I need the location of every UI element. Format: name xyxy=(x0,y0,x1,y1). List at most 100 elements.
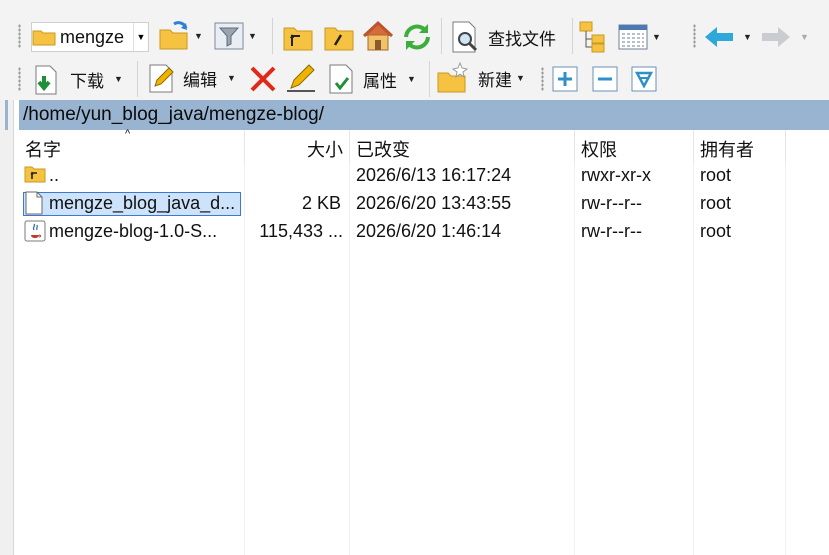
file-list[interactable]: 名字 ^ 大小 已改变 权限 拥有者 .. 2026/6/13 16:17:24… xyxy=(19,128,829,555)
download-button[interactable]: 下载 ▼ xyxy=(30,62,123,96)
root-folder-icon xyxy=(323,22,355,52)
edit-button[interactable]: 编辑 ▼ xyxy=(147,62,236,94)
table-row[interactable]: .. 2026/6/13 16:17:24 rwxr-xr-x root xyxy=(19,162,829,190)
back-arrow-icon xyxy=(703,25,735,49)
dropdown-arrow-icon[interactable]: ▼ xyxy=(652,32,661,42)
toolbar-grip[interactable] xyxy=(693,24,696,48)
home-directory-button[interactable] xyxy=(361,20,395,52)
dropdown-arrow-icon[interactable]: ▼ xyxy=(407,74,416,84)
column-header-rights[interactable]: 权限 xyxy=(575,130,694,162)
find-files-button[interactable]: 查找文件 xyxy=(450,20,556,54)
properties-icon xyxy=(327,62,357,96)
sort-ascending-icon: ^ xyxy=(125,128,131,140)
drive-selector[interactable]: mengze ▼ xyxy=(31,22,149,52)
rename-icon xyxy=(285,62,317,94)
properties-label: 属性 xyxy=(363,71,397,91)
invert-selection-button[interactable] xyxy=(631,66,657,92)
edit-label: 编辑 xyxy=(183,70,217,90)
toolbar-bottom: 下载 ▼ 编辑 ▼ 属性 ▼ 新建 ▼ xyxy=(0,58,829,100)
view-mode-button[interactable]: ▼ xyxy=(618,24,661,50)
refresh-icon xyxy=(400,20,434,54)
toolbar-grip[interactable] xyxy=(541,67,544,91)
dropdown-arrow-icon[interactable]: ▼ xyxy=(227,73,236,83)
column-header-changed[interactable]: 已改变 xyxy=(350,130,575,162)
new-label: 新建 xyxy=(478,70,512,90)
tree-view-icon xyxy=(578,20,610,54)
column-header-size[interactable]: 大小 xyxy=(245,130,350,162)
dropdown-arrow-icon[interactable]: ▼ xyxy=(800,32,809,42)
dropdown-arrow-icon[interactable]: ▼ xyxy=(516,73,525,83)
minus-icon xyxy=(592,66,618,92)
column-changed-label: 已改变 xyxy=(356,140,410,160)
download-icon xyxy=(30,62,64,96)
edit-icon xyxy=(147,62,177,94)
left-splitter[interactable] xyxy=(0,100,14,555)
open-directory-button[interactable]: ▼ xyxy=(158,20,203,52)
forward-arrow-icon xyxy=(760,25,792,49)
dropdown-arrow-icon[interactable]: ▼ xyxy=(194,31,203,41)
drive-label: mengze xyxy=(60,26,125,47)
download-label: 下载 xyxy=(70,71,104,91)
file-rights: rw-r--r-- xyxy=(581,221,642,241)
toolbar-top: mengze ▼ ▼ ▼ 查找文件 ▼ ▼ ▼ xyxy=(0,0,829,58)
delete-icon xyxy=(249,65,277,93)
column-header-name[interactable]: 名字 ^ xyxy=(19,128,245,162)
dropdown-arrow-icon[interactable]: ▼ xyxy=(248,31,257,41)
file-name: .. xyxy=(49,165,60,185)
file-rights: rw-r--r-- xyxy=(581,193,642,213)
table-row[interactable]: mengze-blog-1.0-S... 115,433 ... 2026/6/… xyxy=(19,218,829,246)
java-file-icon xyxy=(24,220,46,242)
home-icon xyxy=(361,20,395,52)
toolbar-grip[interactable] xyxy=(18,24,21,48)
parent-folder-icon xyxy=(282,22,314,52)
column-name-label: 名字 xyxy=(25,140,61,160)
toolbar-separator xyxy=(441,18,442,54)
filter-button[interactable]: ▼ xyxy=(214,22,257,50)
file-changed: 2026/6/20 1:46:14 xyxy=(356,221,502,241)
toolbar-separator xyxy=(572,18,573,54)
select-files-button[interactable] xyxy=(552,66,578,92)
file-owner: root xyxy=(700,193,732,213)
column-header-owner[interactable]: 拥有者 xyxy=(694,130,786,162)
file-name: mengze_blog_java_d... xyxy=(49,193,236,213)
splitter-marker xyxy=(5,100,8,130)
dropdown-arrow-icon[interactable]: ▼ xyxy=(114,74,123,84)
delete-button[interactable] xyxy=(249,65,277,93)
column-size-label: 大小 xyxy=(307,140,343,160)
back-button[interactable]: ▼ xyxy=(703,25,752,49)
new-folder-icon xyxy=(436,61,470,95)
refresh-button[interactable] xyxy=(400,20,434,54)
find-files-label: 查找文件 xyxy=(488,29,556,49)
file-size: 115,433 ... xyxy=(259,221,343,241)
find-files-icon xyxy=(450,20,482,54)
unselect-files-button[interactable] xyxy=(592,66,618,92)
new-button[interactable]: 新建 ▼ xyxy=(436,61,525,95)
plus-icon xyxy=(552,66,578,92)
root-directory-button[interactable] xyxy=(323,22,355,52)
current-path: /home/yun_blog_java/mengze-blog/ xyxy=(23,104,325,125)
toolbar-grip[interactable] xyxy=(18,67,21,91)
column-rights-label: 权限 xyxy=(581,140,617,160)
column-owner-label: 拥有者 xyxy=(700,140,754,160)
toolbar-separator xyxy=(137,61,138,97)
file-rights: rwxr-xr-x xyxy=(581,165,651,185)
file-icon xyxy=(25,191,43,215)
table-row[interactable]: mengze_blog_java_d... 2 KB 2026/6/20 13:… xyxy=(19,190,829,218)
file-name: mengze-blog-1.0-S... xyxy=(49,221,218,241)
dropdown-arrow-icon[interactable]: ▼ xyxy=(743,32,752,42)
current-path-bar[interactable]: /home/yun_blog_java/mengze-blog/ xyxy=(19,100,829,130)
forward-button[interactable]: ▼ xyxy=(760,25,809,49)
rename-button[interactable] xyxy=(285,62,317,94)
file-size: 2 KB xyxy=(301,193,341,213)
parent-directory-button[interactable] xyxy=(282,22,314,52)
toolbar-separator xyxy=(429,61,430,97)
open-folder-icon xyxy=(158,20,190,52)
details-view-icon xyxy=(618,24,648,50)
tree-view-button[interactable] xyxy=(578,20,610,54)
file-owner: root xyxy=(700,165,732,185)
invert-selection-icon xyxy=(631,66,657,92)
file-changed: 2026/6/20 13:43:55 xyxy=(356,193,512,213)
drive-dropdown-arrow[interactable]: ▼ xyxy=(133,23,148,51)
properties-button[interactable]: 属性 ▼ xyxy=(327,62,416,96)
toolbar-separator xyxy=(272,18,273,54)
